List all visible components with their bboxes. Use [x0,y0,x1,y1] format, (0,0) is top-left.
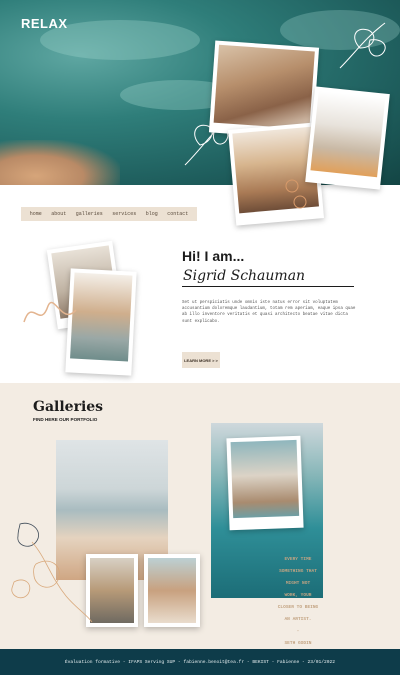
nav-item-galleries[interactable]: galleries [76,211,103,217]
main-nav: home about galleries services blog conta… [21,207,197,221]
footer-text: Évaluation formative - IFAPS Serving SUP… [64,659,336,665]
nav-item-blog[interactable]: blog [146,211,158,217]
flower-sketch-icon [285,179,307,209]
about-divider [182,286,354,287]
quote-line: EVERY TIME [284,557,312,562]
sand-shore [0,140,120,185]
about-name: Sigrid Schauman [183,268,306,284]
galleries-section: Galleries FIND HERE OUR PORTFOLIO EVERY … [0,383,400,649]
quote-line: - [296,629,300,634]
nav-item-services[interactable]: services [112,211,136,217]
learn-more-button[interactable]: LEARN MORE > > [182,352,220,368]
squiggle-line-art-icon [23,301,77,323]
quote-line: CLOSER TO BEING [277,605,319,610]
quote-line: SOMETHING THAT [279,569,317,574]
gallery-photo-woman-sea[interactable] [144,554,200,627]
quote-line: MIGHT NOT [285,581,311,586]
nav-item-about[interactable]: about [51,211,66,217]
gallery-photo-polaroid[interactable] [226,435,304,531]
flower-line-art-icon [339,22,386,69]
hero-photo-sunglasses [305,86,390,190]
page-footer: Évaluation formative - IFAPS Serving SUP… [0,649,400,675]
about-paragraph: Set ut perspiciatis unde omnis iste natu… [182,301,356,324]
nav-item-contact[interactable]: contact [167,211,188,217]
about-heading: Hi! I am... [182,248,245,264]
quote-line: WORK, YOUR [284,593,312,598]
inspiration-quote: EVERY TIME SOMETHING THAT MIGHT NOT WORK… [258,554,338,649]
flower-line-art-icon [11,522,93,623]
quote-author: SETH GODIN [284,641,312,646]
nav-item-home[interactable]: home [30,211,42,217]
site-logo[interactable]: RELAX [21,16,68,31]
galleries-subtitle: FIND HERE OUR PORTFOLIO [33,417,98,422]
galleries-title: Galleries [33,399,104,415]
quote-line: AN ARTIST. [284,617,312,622]
